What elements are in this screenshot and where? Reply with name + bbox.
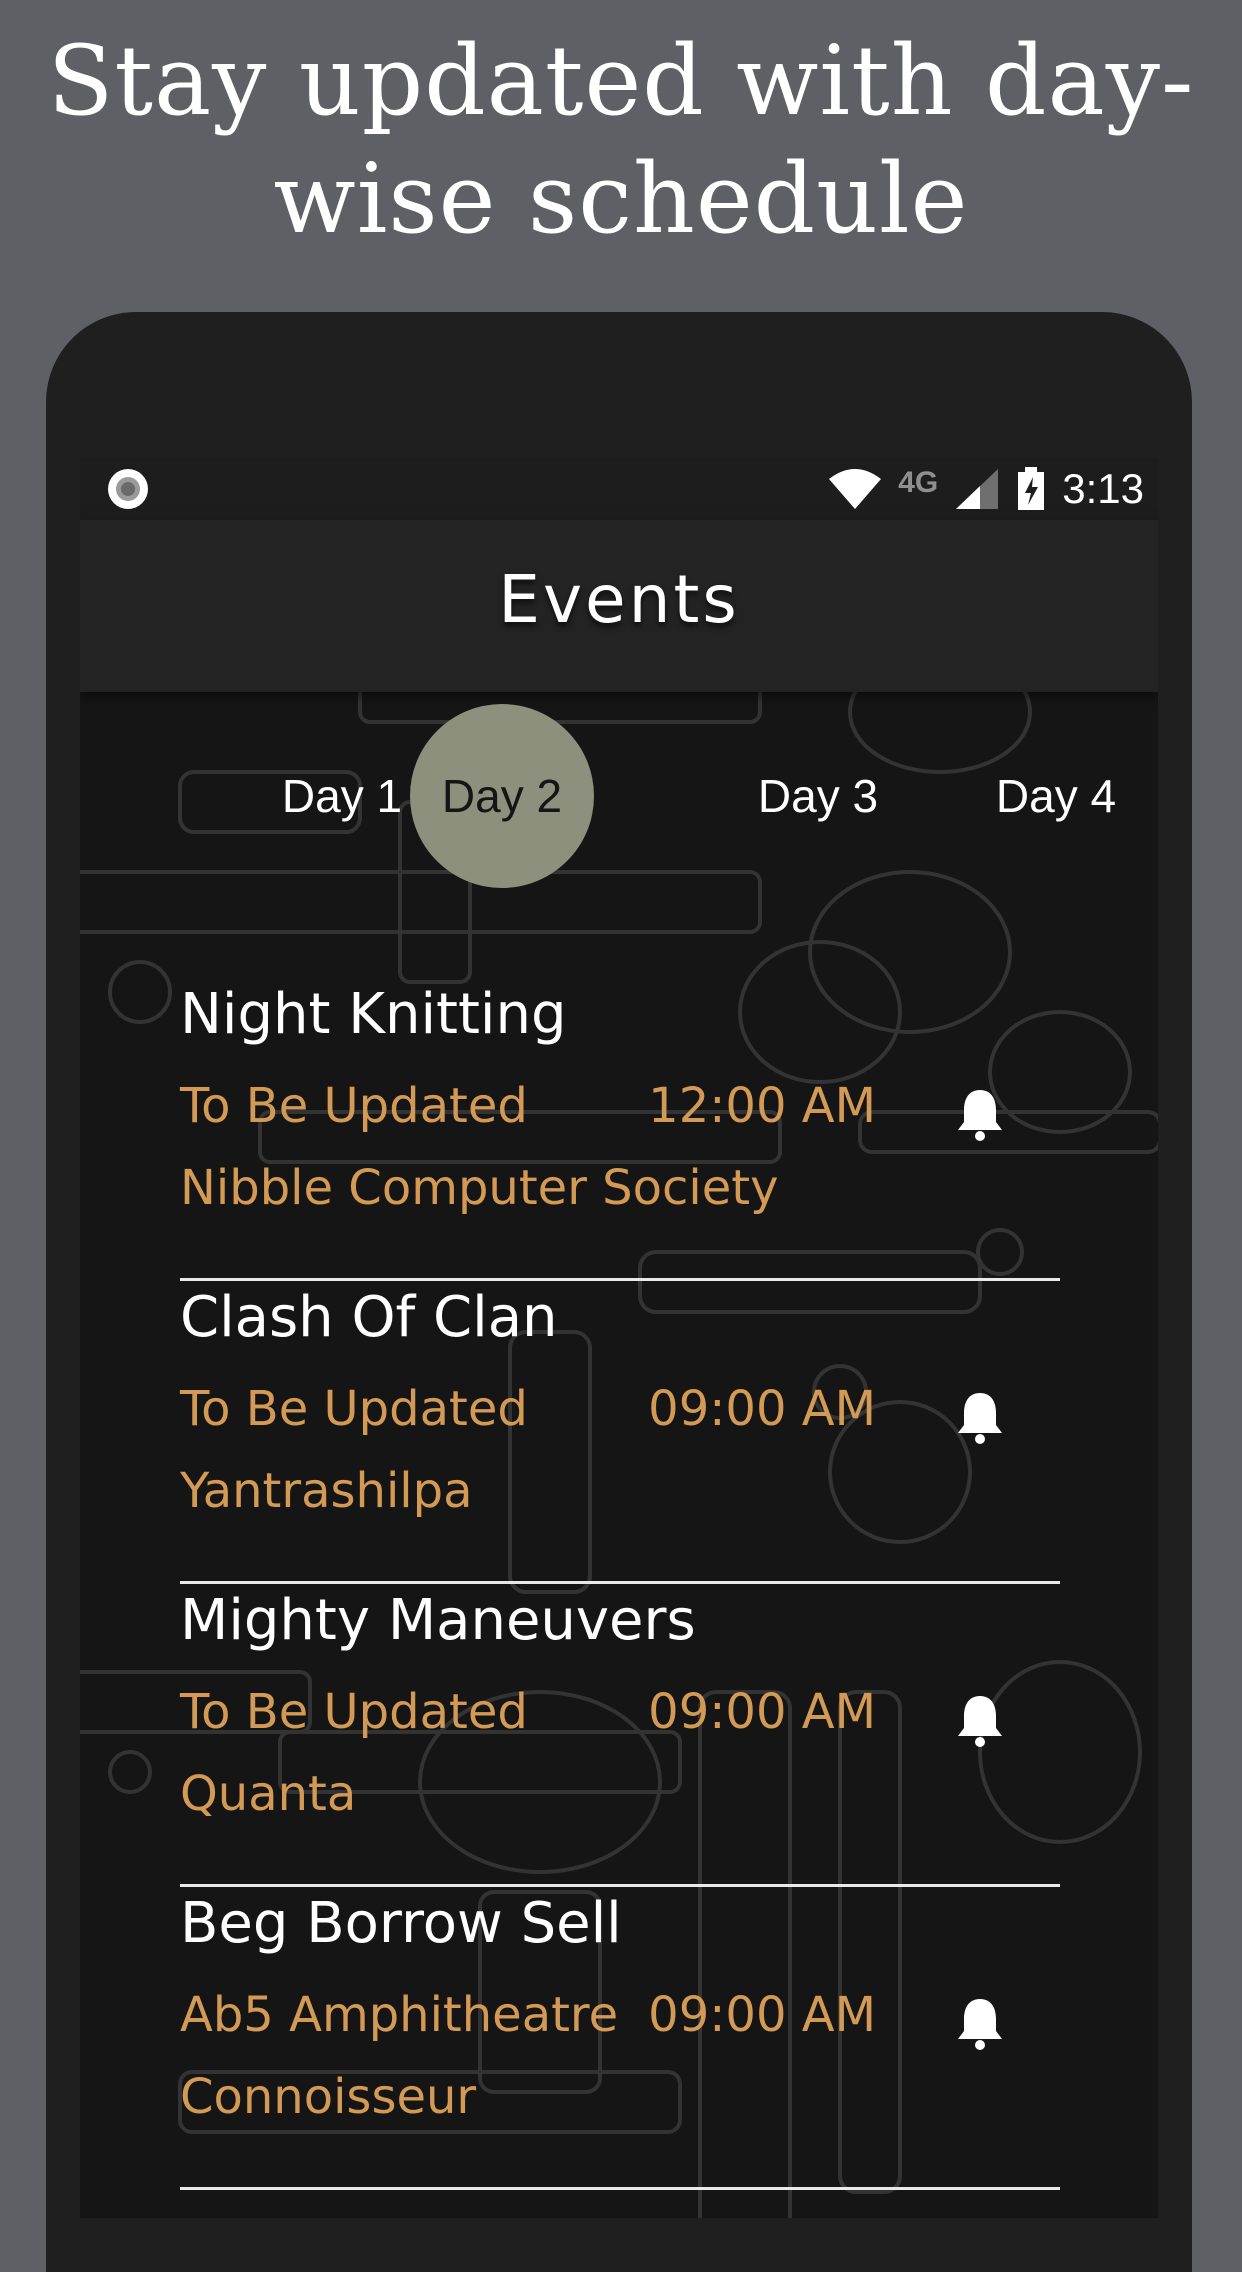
day-tabs: Day 1 Day 2 Day 3 Day 4 — [80, 704, 1158, 904]
event-name: Beg Borrow Sell — [180, 1891, 622, 1956]
clock: 3:13 — [1062, 465, 1144, 512]
event-time: 09:00 AM — [648, 1381, 876, 1437]
signal-icon — [956, 469, 999, 509]
event-list: Night Knitting To Be Updated 12:00 AM Ni… — [180, 978, 1060, 2190]
battery-charging-icon — [1018, 467, 1045, 510]
tab-day-2[interactable]: Day 2 — [410, 704, 594, 888]
event-club: Nibble Computer Society — [180, 1160, 779, 1216]
tab-day-4[interactable]: Day 4 — [964, 704, 1148, 888]
bell-icon[interactable] — [954, 1389, 1006, 1445]
promo-title: Stay updated with day-wise schedule — [47, 25, 1195, 255]
event-venue: Ab5 Amphitheatre — [180, 1987, 619, 2043]
bell-icon[interactable] — [954, 1086, 1006, 1142]
bell-icon[interactable] — [954, 1995, 1006, 2051]
event-name: Night Knitting — [180, 982, 567, 1047]
event-item[interactable]: Night Knitting To Be Updated 12:00 AM Ni… — [180, 978, 1060, 1281]
event-club: Yantrashilpa — [180, 1463, 473, 1519]
tab-day-1[interactable]: Day 1 — [250, 704, 434, 888]
page-title: Events — [498, 561, 740, 638]
event-item[interactable]: Clash Of Clan To Be Updated 09:00 AM Yan… — [180, 1281, 1060, 1584]
status-bar: 4G 3:13 — [80, 458, 1158, 520]
bell-icon[interactable] — [954, 1692, 1006, 1748]
status-icons: 4G 3:13 — [828, 464, 1144, 514]
event-time: 09:00 AM — [648, 1684, 876, 1740]
event-time: 12:00 AM — [648, 1078, 876, 1134]
event-item[interactable]: Beg Borrow Sell Ab5 Amphitheatre 09:00 A… — [180, 1887, 1060, 2190]
event-venue: To Be Updated — [180, 1684, 528, 1740]
tab-day-3[interactable]: Day 3 — [726, 704, 910, 888]
event-item[interactable]: Mighty Maneuvers To Be Updated 09:00 AM … — [180, 1584, 1060, 1887]
event-name: Clash Of Clan — [180, 1285, 558, 1350]
event-name: Mighty Maneuvers — [180, 1588, 696, 1653]
record-icon — [108, 469, 148, 509]
event-venue: To Be Updated — [180, 1078, 528, 1134]
network-type-label: 4G — [898, 466, 939, 499]
event-club: Quanta — [180, 1766, 357, 1822]
wifi-icon — [829, 469, 882, 509]
app-bar: Events — [80, 520, 1158, 692]
app-screen: 4G 3:13 Events Day 1 Day 2 Day 3 Day 4 N… — [80, 458, 1158, 2218]
event-venue: To Be Updated — [180, 1381, 528, 1437]
event-club: Connoisseur — [180, 2069, 477, 2125]
event-time: 09:00 AM — [648, 1987, 876, 2043]
